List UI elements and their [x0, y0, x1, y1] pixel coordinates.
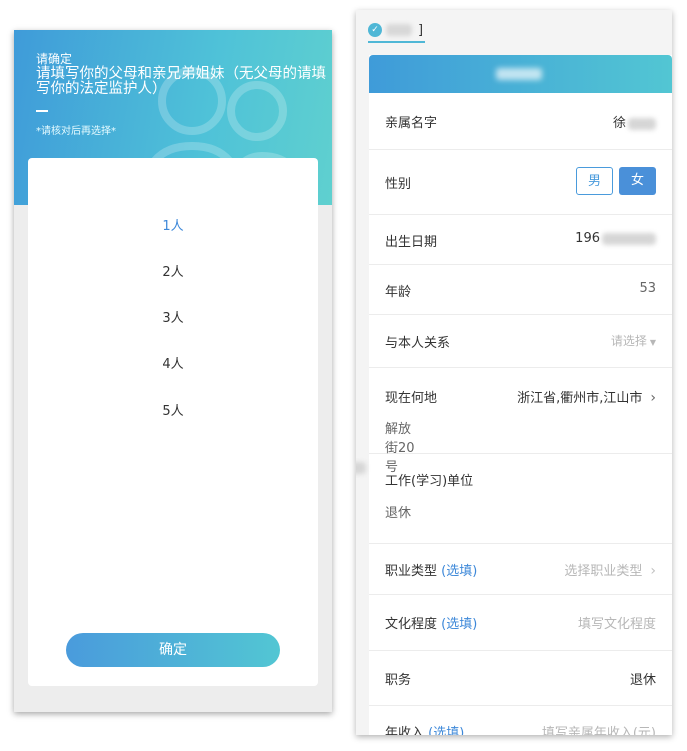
- gender-label: 性别: [385, 177, 412, 192]
- work-unit-label: 工作(学习)单位: [385, 474, 474, 489]
- tab-underline: [368, 41, 425, 43]
- relative-name-value: 徐: [613, 112, 656, 131]
- age-value: 53: [639, 281, 656, 296]
- option-3[interactable]: 3人: [28, 307, 318, 326]
- confirm-title: 请确定: [36, 52, 73, 66]
- position-value: 退休: [629, 673, 656, 688]
- option-5[interactable]: 5人: [28, 400, 318, 419]
- option-2[interactable]: 2人: [28, 261, 318, 280]
- row-occupation-type[interactable]: 职业类型 (选填) 选择职业类型 ›: [369, 544, 672, 595]
- education-input[interactable]: 填写文化程度: [578, 613, 656, 632]
- row-relationship[interactable]: 与本人关系 请选择 ▼: [369, 315, 672, 368]
- optional-tag: (选填): [441, 564, 478, 579]
- relative-count-sheet: 请确定 请填写你的父母和亲兄弟姐妹（无父母的请填写你的法定监护人） *请核对后再…: [14, 30, 332, 712]
- row-location[interactable]: 现在何地 浙江省,衢州市,江山市 › 解放街20号: [356, 368, 672, 475]
- confirm-button[interactable]: 确定: [66, 633, 280, 667]
- chevron-right-icon: ›: [650, 390, 656, 406]
- relative-form: 亲属名字 徐 性别 男 女 出生日期 196 年龄 53 与本人关系 请选择 ▼ …: [356, 55, 672, 735]
- age-label: 年龄: [385, 285, 412, 300]
- caret-down-icon: ▼: [649, 338, 656, 347]
- relative-tab[interactable]: ✓ ]: [368, 18, 423, 42]
- gender-male-button[interactable]: 男: [576, 167, 613, 195]
- income-label: 年收入 (选填): [385, 722, 464, 735]
- check-circle-icon: ✓: [368, 23, 382, 37]
- option-4[interactable]: 4人: [28, 353, 318, 372]
- optional-tag: (选填): [428, 726, 465, 735]
- row-education[interactable]: 文化程度 (选填) 填写文化程度: [369, 595, 672, 651]
- redacted-banner-title: [496, 68, 542, 80]
- row-age: 年龄 53: [369, 265, 672, 315]
- options-card: 1人 2人 3人 4人 5人: [28, 158, 318, 686]
- sheet-title: 请填写你的父母和亲兄弟姐妹（无父母的请填写你的法定监护人）: [36, 66, 326, 97]
- occupation-type-placeholder: 选择职业类型 ›: [564, 563, 656, 579]
- sheet-hint: *请核对后再选择*: [36, 126, 116, 137]
- title-divider: [36, 110, 48, 112]
- form-banner: [369, 55, 672, 93]
- redacted-tab-name: [386, 24, 412, 36]
- income-input[interactable]: 填写亲属年收入(元): [542, 722, 656, 735]
- occupation-type-label: 职业类型 (选填): [385, 564, 478, 579]
- row-work-unit[interactable]: 工作(学习)单位 退休: [369, 454, 672, 544]
- row-position[interactable]: 职务 退休: [369, 651, 672, 706]
- position-label: 职务: [385, 673, 412, 688]
- relationship-select[interactable]: 请选择 ▼: [611, 332, 656, 349]
- tab-label: ]: [418, 22, 424, 38]
- location-label: 现在何地: [385, 391, 438, 406]
- gender-female-button[interactable]: 女: [619, 167, 656, 195]
- relationship-label: 与本人关系: [385, 336, 451, 351]
- optional-tag: (选填): [441, 617, 478, 632]
- location-value: 浙江省,衢州市,江山市 ›: [517, 390, 656, 406]
- relative-form-panel: ✓ ] 亲属名字 徐 性别 男 女 出生日期 196 年龄 53 与本人关系 请…: [356, 10, 672, 735]
- birth-date-value: 196: [575, 231, 656, 246]
- birth-date-label: 出生日期: [385, 235, 438, 250]
- chevron-right-icon: ›: [650, 563, 656, 579]
- work-unit-value: 退休: [385, 506, 412, 521]
- row-relative-name[interactable]: 亲属名字 徐: [369, 93, 672, 150]
- relative-name-label: 亲属名字: [385, 116, 438, 131]
- row-birth-date[interactable]: 出生日期 196: [369, 215, 672, 265]
- row-gender: 性别 男 女: [369, 150, 672, 215]
- education-label: 文化程度 (选填): [385, 617, 478, 632]
- row-income[interactable]: 年收入 (选填) 填写亲属年收入(元): [369, 706, 672, 735]
- option-1[interactable]: 1人: [28, 215, 318, 234]
